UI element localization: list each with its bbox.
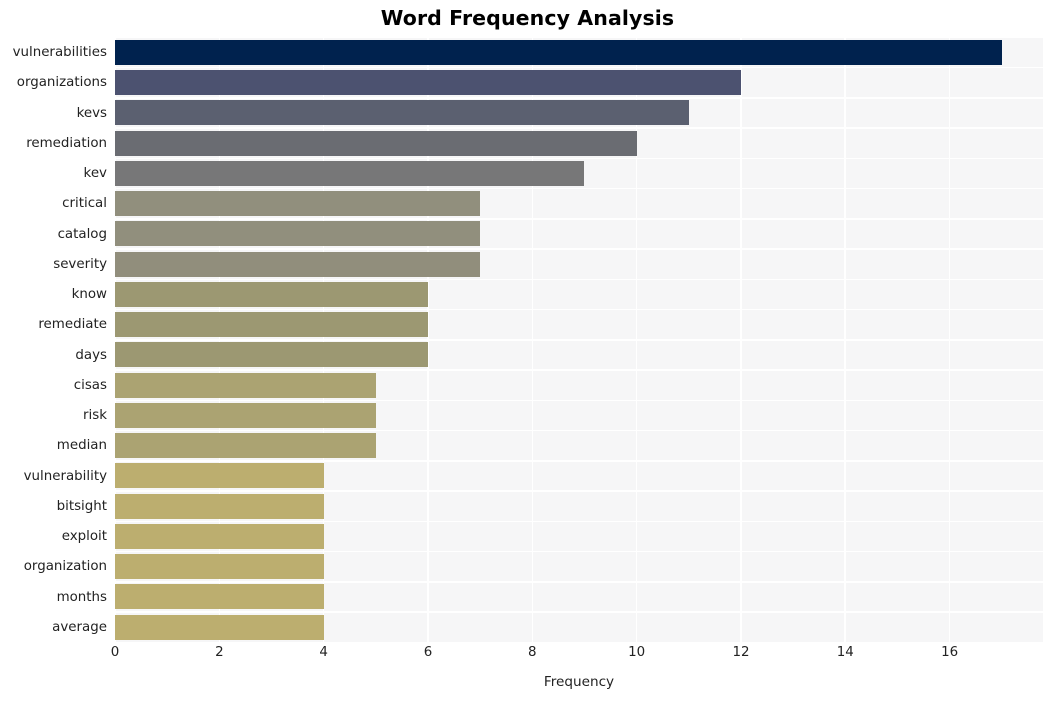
- y-tick-label-organizations: organizations: [16, 75, 107, 91]
- bar-row[interactable]: [115, 250, 1043, 280]
- bar-row[interactable]: [115, 129, 1043, 159]
- y-tick-label-remediate: remediate: [38, 317, 107, 333]
- x-tick-label-4: 4: [319, 645, 328, 660]
- y-tick-label-kev: kev: [83, 166, 107, 181]
- bar-row[interactable]: [115, 462, 1043, 492]
- y-tick-label-risk: risk: [83, 408, 107, 423]
- bar-kev[interactable]: [115, 160, 585, 186]
- bar-row[interactable]: [115, 522, 1043, 553]
- bar-critical[interactable]: [115, 191, 481, 217]
- y-tick-label-vulnerabilities: vulnerabilities: [12, 45, 107, 60]
- x-tick-label-8: 8: [528, 645, 537, 660]
- bar-row[interactable]: [115, 99, 1043, 129]
- y-tick-label-bitsight: bitsight: [56, 498, 107, 514]
- bar-row[interactable]: [115, 38, 1043, 69]
- x-tick-label-2: 2: [215, 645, 224, 660]
- bar-row[interactable]: [115, 310, 1043, 341]
- bar-row[interactable]: [115, 159, 1043, 190]
- bar-exploit[interactable]: [115, 523, 324, 549]
- y-tick-label-days: days: [75, 347, 107, 363]
- bar-median[interactable]: [115, 433, 376, 459]
- bars-layer: [115, 38, 1043, 643]
- bar-row[interactable]: [115, 613, 1043, 643]
- x-tick-label-10: 10: [628, 645, 646, 660]
- y-tick-label-kevs: kevs: [76, 105, 107, 121]
- bar-kevs[interactable]: [115, 100, 689, 126]
- bar-bitsight[interactable]: [115, 493, 324, 519]
- x-tick-label-6: 6: [423, 645, 433, 660]
- bar-vulnerability[interactable]: [115, 463, 324, 489]
- x-tick-label-12: 12: [732, 645, 750, 660]
- bar-know[interactable]: [115, 281, 428, 307]
- bar-row[interactable]: [115, 371, 1043, 401]
- y-tick-label-median: median: [56, 438, 107, 454]
- bar-risk[interactable]: [115, 402, 376, 428]
- bar-row[interactable]: [115, 583, 1043, 613]
- plot-area: [115, 38, 1043, 643]
- bar-row[interactable]: [115, 552, 1043, 583]
- x-tick-label-14: 14: [836, 645, 854, 660]
- bar-row[interactable]: [115, 431, 1043, 462]
- bar-organizations[interactable]: [115, 70, 741, 96]
- bar-row[interactable]: [115, 492, 1043, 522]
- y-tick-label-organization: organization: [23, 559, 107, 575]
- gridline-horizontal: [115, 641, 1043, 643]
- y-axis-tick-labels: vulnerabilities organizations kevs remediat…: [0, 38, 107, 643]
- chart-title: Word Frequency Analysis: [380, 6, 675, 30]
- bar-months[interactable]: [115, 584, 324, 610]
- bar-row[interactable]: [115, 341, 1043, 371]
- bar-cisas[interactable]: [115, 372, 376, 398]
- x-axis-tick-labels: 0 2 4 6 8 10 12 14 16: [0, 645, 1055, 669]
- y-tick-label-severity: severity: [53, 256, 107, 272]
- bar-average[interactable]: [115, 614, 324, 640]
- y-tick-label-catalog: catalog: [57, 226, 107, 242]
- bar-row[interactable]: [115, 280, 1043, 311]
- bar-remediation[interactable]: [115, 130, 637, 156]
- y-tick-label-remediation: remediation: [26, 135, 107, 151]
- y-tick-label-average: average: [52, 619, 107, 635]
- y-tick-label-months: months: [56, 589, 107, 605]
- y-tick-label-vulnerability: vulnerability: [23, 468, 107, 484]
- y-tick-label-cisas: cisas: [73, 377, 107, 393]
- bar-organization[interactable]: [115, 554, 324, 580]
- bar-row[interactable]: [115, 189, 1043, 220]
- y-tick-label-exploit: exploit: [61, 529, 107, 544]
- bar-row[interactable]: [115, 401, 1043, 432]
- bar-severity[interactable]: [115, 251, 481, 277]
- word-frequency-chart-figure: Word Frequency Analysis vulnerabilities o…: [0, 0, 1055, 701]
- bar-remediate[interactable]: [115, 312, 428, 338]
- x-tick-label-0: 0: [110, 645, 120, 660]
- bar-row[interactable]: [115, 220, 1043, 250]
- bar-catalog[interactable]: [115, 221, 481, 247]
- x-tick-label-16: 16: [941, 645, 959, 660]
- x-axis-label: Frequency: [543, 674, 615, 690]
- y-tick-label-know: know: [71, 287, 107, 302]
- bar-days[interactable]: [115, 342, 428, 368]
- y-tick-label-critical: critical: [62, 196, 107, 212]
- bar-vulnerabilities[interactable]: [115, 39, 1002, 65]
- bar-row[interactable]: [115, 68, 1043, 99]
